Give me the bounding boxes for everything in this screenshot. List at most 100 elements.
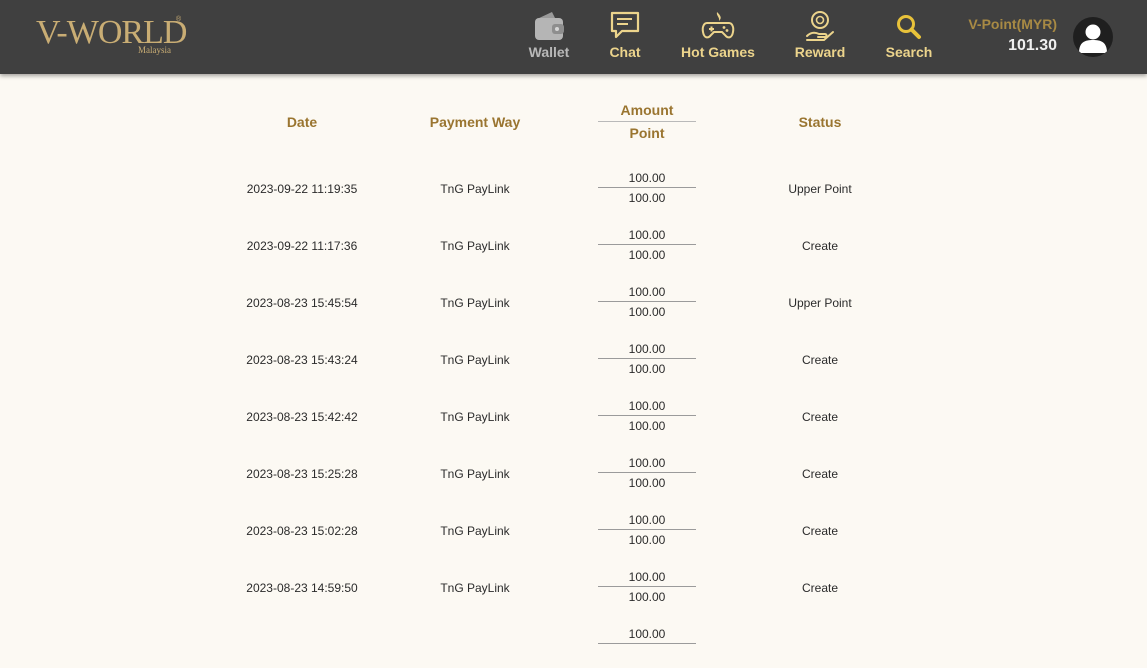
row-amount: 100.00 [628, 342, 666, 356]
row-point: 100.00 [628, 362, 666, 376]
user-icon [1079, 24, 1107, 53]
row-status: Create [801, 353, 839, 367]
table-row[interactable]: 100.00 [0, 611, 1147, 668]
row-payment-way: TnG PayLink [440, 581, 510, 595]
row-divider [598, 244, 696, 245]
row-payment-way: TnG PayLink [440, 182, 510, 196]
row-status: Create [801, 239, 839, 253]
row-point: 100.00 [628, 590, 666, 604]
row-point: 100.00 [628, 191, 666, 205]
row-amount: 100.00 [628, 627, 666, 641]
row-amount: 100.00 [628, 285, 666, 299]
row-payment-way: TnG PayLink [440, 239, 510, 253]
vpoint-label: V-Point(MYR) [968, 16, 1057, 32]
table-row[interactable]: 2023-08-23 15:42:42 TnG PayLink 100.00 1… [0, 383, 1147, 440]
row-amount: 100.00 [628, 570, 666, 584]
row-amount-point: 100.00 100.00 [598, 342, 696, 377]
nav-search-label: Search [885, 44, 933, 60]
reward-icon [804, 8, 836, 42]
table-row[interactable]: 2023-09-22 11:17:36 TnG PayLink 100.00 1… [0, 212, 1147, 269]
row-amount-point: 100.00 100.00 [598, 285, 696, 320]
row-status: Upper Point [788, 296, 852, 310]
row-date: 2023-09-22 11:19:35 [246, 182, 358, 196]
table-row[interactable]: 2023-08-23 15:25:28 TnG PayLink 100.00 1… [0, 440, 1147, 497]
row-date: 2023-09-22 11:17:36 [246, 239, 358, 253]
header-amount-point: Amount Point [598, 102, 696, 141]
row-payment-way: TnG PayLink [440, 524, 510, 538]
row-date: 2023-08-23 14:59:50 [246, 581, 358, 595]
row-date: 2023-08-23 15:25:28 [246, 467, 358, 481]
user-avatar[interactable] [1073, 17, 1113, 57]
row-point: 100.00 [628, 419, 666, 433]
row-date: 2023-08-23 15:02:28 [246, 524, 358, 538]
row-point: 100.00 [628, 248, 666, 262]
header-status: Status [798, 114, 842, 130]
nav-hot-games[interactable]: Hot Games [678, 8, 758, 64]
header-point: Point [629, 125, 665, 141]
row-payment-way: TnG PayLink [440, 296, 510, 310]
row-amount-point: 100.00 100.00 [598, 570, 696, 605]
top-navigation-bar: V-WORLD ® Malaysia Wallet Chat Hot Games… [0, 0, 1147, 74]
row-divider [598, 301, 696, 302]
nav-wallet[interactable]: Wallet [526, 8, 572, 64]
table-row[interactable]: 2023-08-23 14:59:50 TnG PayLink 100.00 1… [0, 554, 1147, 611]
header-amount: Amount [620, 102, 674, 118]
row-amount: 100.00 [628, 456, 666, 470]
row-date: 2023-08-23 15:45:54 [246, 296, 358, 310]
row-amount-point: 100.00 100.00 [598, 456, 696, 491]
logo-subtitle: Malaysia [138, 45, 171, 55]
row-amount-point: 100.00 [598, 627, 696, 662]
gamepad-icon [701, 8, 735, 42]
row-divider [598, 643, 696, 644]
row-divider [598, 472, 696, 473]
row-status: Create [801, 581, 839, 595]
nav-reward[interactable]: Reward [792, 8, 848, 64]
table-row[interactable]: 2023-08-23 15:02:28 TnG PayLink 100.00 1… [0, 497, 1147, 554]
row-amount: 100.00 [628, 228, 666, 242]
row-amount: 100.00 [628, 171, 666, 185]
row-point: 100.00 [628, 533, 666, 547]
row-divider [598, 586, 696, 587]
brand-logo[interactable]: V-WORLD ® Malaysia [36, 12, 187, 58]
row-status: Create [801, 467, 839, 481]
header-divider [598, 121, 696, 122]
nav-chat[interactable]: Chat [604, 8, 646, 64]
nav-hot-games-label: Hot Games [681, 44, 755, 60]
chat-icon [609, 8, 641, 42]
nav-search[interactable]: Search [884, 8, 934, 64]
nav-wallet-label: Wallet [528, 44, 570, 60]
row-amount-point: 100.00 100.00 [598, 399, 696, 434]
logo-registered-mark: ® [176, 16, 182, 23]
row-payment-way: TnG PayLink [440, 410, 510, 424]
transaction-table: Date Payment Way Amount Point Status 202… [0, 74, 1147, 644]
row-date: 2023-08-23 15:42:42 [246, 410, 358, 424]
table-row[interactable]: 2023-08-23 15:43:24 TnG PayLink 100.00 1… [0, 326, 1147, 383]
header-payment-way: Payment Way [429, 114, 521, 130]
row-payment-way: TnG PayLink [440, 467, 510, 481]
row-status: Create [801, 410, 839, 424]
row-point [598, 647, 696, 662]
row-divider [598, 187, 696, 188]
row-date: 2023-08-23 15:43:24 [246, 353, 358, 367]
row-status: Upper Point [788, 182, 852, 196]
wallet-icon [532, 8, 566, 42]
row-status: Create [801, 524, 839, 538]
row-amount: 100.00 [628, 399, 666, 413]
row-divider [598, 529, 696, 530]
table-row[interactable]: 2023-09-22 11:19:35 TnG PayLink 100.00 1… [0, 155, 1147, 212]
row-amount: 100.00 [628, 513, 666, 527]
search-icon [894, 8, 924, 42]
row-point: 100.00 [628, 476, 666, 490]
row-amount-point: 100.00 100.00 [598, 171, 696, 206]
row-payment-way: TnG PayLink [440, 353, 510, 367]
row-amount-point: 100.00 100.00 [598, 228, 696, 263]
row-divider [598, 415, 696, 416]
row-point: 100.00 [628, 305, 666, 319]
row-divider [598, 358, 696, 359]
table-row[interactable]: 2023-08-23 15:45:54 TnG PayLink 100.00 1… [0, 269, 1147, 326]
nav-reward-label: Reward [794, 44, 846, 60]
header-date: Date [286, 114, 318, 130]
nav-chat-label: Chat [609, 44, 641, 60]
row-amount-point: 100.00 100.00 [598, 513, 696, 548]
vpoint-value: 101.30 [1008, 37, 1057, 54]
